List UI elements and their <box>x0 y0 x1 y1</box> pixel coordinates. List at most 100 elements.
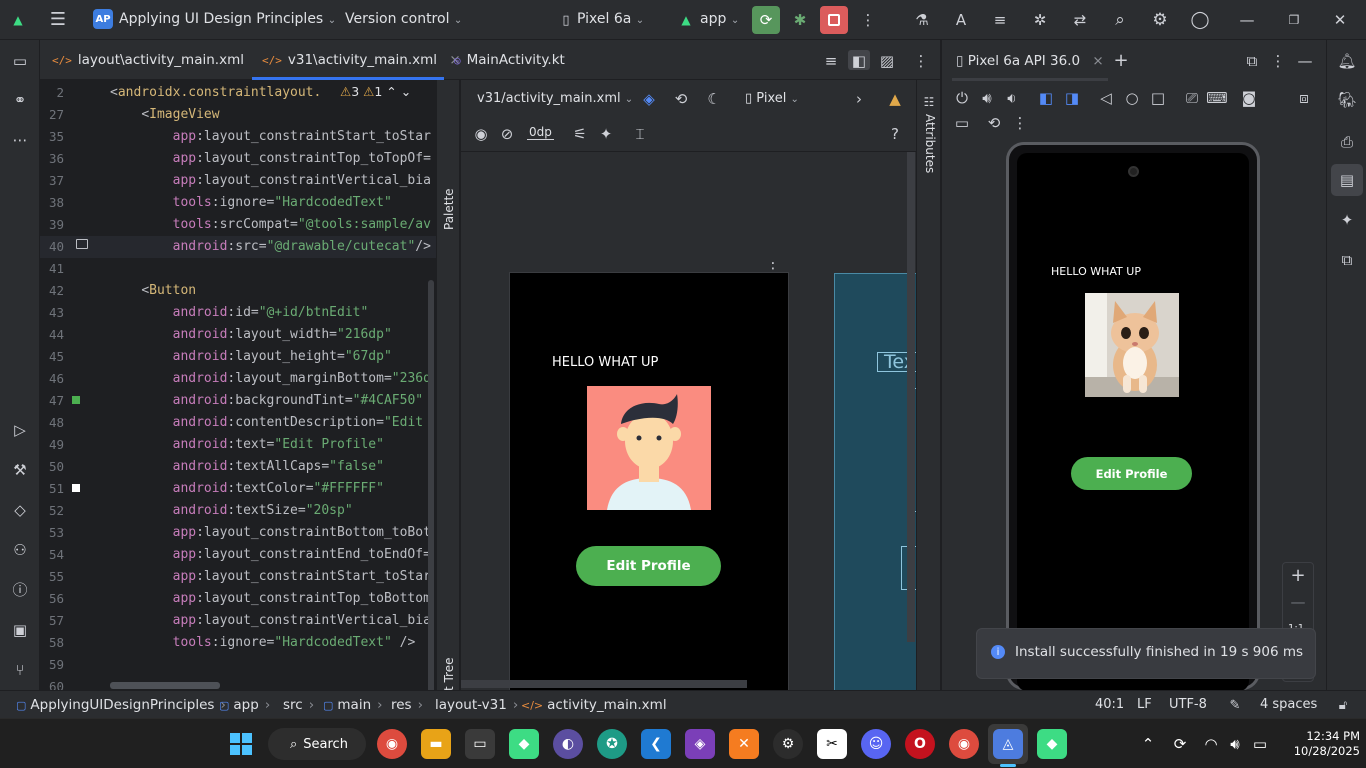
opera-icon[interactable]: O <box>905 729 935 759</box>
chrome-icon[interactable]: ◉ <box>377 729 407 759</box>
design-view-icon[interactable]: ▨ <box>877 51 897 71</box>
layout-file-dropdown[interactable]: v31/activity_main.xml ⌄ <box>477 91 633 106</box>
minimize-icon[interactable]: — <box>1237 10 1257 30</box>
blueprint-preview[interactable]: Tex <box>834 273 916 690</box>
rotate-right-icon[interactable]: ◨ <box>1062 88 1082 108</box>
back-icon[interactable]: ◁ <box>1096 88 1116 108</box>
code-editor[interactable]: 2 <androidx.constraintlayout. 27 <ImageVie… <box>40 80 436 690</box>
code-line[interactable]: 36 app:layout_constraintTop_toTopOf= <box>40 148 436 170</box>
app-quality-icon[interactable]: ⚇ <box>10 540 30 560</box>
orientation-icon[interactable]: ⟲ <box>671 89 691 109</box>
chevron-right-icon[interactable]: › <box>849 89 869 109</box>
debug-icon[interactable]: ✱ <box>790 10 810 30</box>
discord-icon[interactable]: ☺ <box>861 729 891 759</box>
android-studio-icon[interactable]: ◆ <box>509 729 539 759</box>
image-gutter-icon[interactable] <box>76 239 88 249</box>
code-line[interactable]: 43 android:id="@+id/btnEdit" <box>40 302 436 324</box>
screenshot-camera-icon[interactable]: ◙ <box>1239 88 1259 108</box>
version-control-menu[interactable]: Version control ⌄ <box>345 11 462 27</box>
bug-report-icon[interactable]: ✲ <box>1030 10 1050 30</box>
indent-setting[interactable]: 4 spaces <box>1260 697 1317 712</box>
code-line[interactable]: 50 android:textAllCaps="false" <box>40 456 436 478</box>
file-encoding[interactable]: UTF-8 <box>1169 697 1207 712</box>
design-blueprint-toggle-icon[interactable]: ◈ <box>639 89 659 109</box>
system-clock[interactable]: 12:34 PM 10/28/2025 <box>1280 729 1360 759</box>
clear-constraints-icon[interactable]: ⚟ <box>570 124 590 144</box>
code-line[interactable]: 56 app:layout_constraintTop_toBottom <box>40 588 436 610</box>
avatar-placeholder-image[interactable] <box>587 386 711 510</box>
more-actions-icon[interactable]: ⋮ <box>858 10 878 30</box>
zoom-in-icon[interactable]: + <box>1288 566 1308 586</box>
infer-constraints-icon[interactable]: ✦ <box>596 124 616 144</box>
code-line[interactable]: 48 android:contentDescription="Edit <box>40 412 436 434</box>
volume-icon[interactable]: 🔊︎ <box>1225 734 1245 754</box>
build-hammer-icon[interactable]: ⚒ <box>10 460 30 480</box>
gradle-icon[interactable]: 🐘︎ <box>1337 90 1357 110</box>
run-icon[interactable]: ▷ <box>10 420 30 440</box>
show-hidden-icons[interactable]: ⌃ <box>1138 734 1158 754</box>
device-manager-icon[interactable]: ⎙ <box>1337 132 1357 152</box>
breadcrumb-item[interactable]: </> activity_main.xml <box>521 697 667 713</box>
autoconnect-icon[interactable]: ⊘ <box>497 124 517 144</box>
logcat-icon[interactable]: ≡ <box>990 10 1010 30</box>
zoom-out-icon[interactable]: — <box>1288 592 1308 612</box>
volume-down-icon[interactable]: 🔉︎ <box>1002 88 1022 108</box>
eclipse-icon[interactable]: ◐ <box>553 729 583 759</box>
keyboard-icon[interactable]: ⌨ <box>1206 88 1228 108</box>
close-window-icon[interactable]: ✕ <box>1330 10 1350 30</box>
night-mode-icon[interactable]: ☾ <box>704 89 724 109</box>
code-line[interactable]: 45 android:layout_height="67dp" <box>40 346 436 368</box>
screen-record-icon[interactable]: ▭ <box>952 113 972 133</box>
lock-icon[interactable]: 🔓︎ <box>1333 695 1353 715</box>
add-device-icon[interactable]: + <box>1111 51 1131 71</box>
code-line[interactable]: 40 android:src="@drawable/cutecat"/> <box>40 236 436 258</box>
github-desktop-icon[interactable]: ✪ <box>597 729 627 759</box>
steam-icon[interactable]: ⚙ <box>773 729 803 759</box>
preview-edit-profile-button[interactable]: Edit Profile <box>576 546 721 586</box>
capcut-icon[interactable]: ✂ <box>817 729 847 759</box>
restore-icon[interactable]: ❐ <box>1284 10 1304 30</box>
preview-hello-text[interactable]: HELLO WHAT UP <box>552 355 658 370</box>
canvas-horizontal-scrollbar[interactable] <box>461 680 747 688</box>
emulator-edit-profile-button[interactable]: Edit Profile <box>1071 457 1192 490</box>
code-view-icon[interactable]: ≡ <box>821 51 841 71</box>
breadcrumb-item[interactable]: layout-v31 › <box>431 697 518 713</box>
display-options-icon[interactable]: ⧈ <box>1294 88 1314 108</box>
wifi-icon[interactable]: ◠ <box>1201 734 1221 754</box>
code-line[interactable]: 41 <box>40 258 436 280</box>
device-explorer-icon[interactable]: ⧉ <box>1337 250 1357 270</box>
code-line[interactable]: 38 tools:ignore="HardcodedText" <box>40 192 436 214</box>
resource-manager-icon[interactable]: ⚭ <box>10 90 30 110</box>
guidelines-icon[interactable]: ⌶ <box>630 124 650 144</box>
home-icon[interactable]: ○ <box>1122 88 1142 108</box>
snapshot-icon[interactable]: ⟲ <box>984 113 1004 133</box>
device-frame-icon[interactable]: ⎚ <box>1182 88 1202 108</box>
tabs-more-icon[interactable]: ⋮ <box>911 51 931 71</box>
breadcrumb-item[interactable]: ▢ app › <box>219 697 270 713</box>
layout-preview-screen[interactable]: HELLO WHAT UP Edit Profile <box>509 272 789 690</box>
preview-device-dropdown[interactable]: ▯ Pixel ⌄ <box>745 91 799 106</box>
code-style-icon[interactable]: ✎ <box>1225 695 1245 715</box>
code-line[interactable]: 52 android:textSize="20sp" <box>40 500 436 522</box>
breadcrumb-item[interactable]: src › <box>279 697 314 713</box>
xampp-icon[interactable]: ✕ <box>729 729 759 759</box>
code-line[interactable]: 58 tools:ignore="HardcodedText" /> <box>40 632 436 654</box>
color-swatch-white[interactable] <box>72 484 80 492</box>
close-emulator-tab-icon[interactable]: × <box>1092 53 1103 69</box>
code-line[interactable]: 55 app:layout_constraintStart_toStar <box>40 566 436 588</box>
split-view-icon[interactable]: ◧ <box>849 51 869 71</box>
breadcrumb-item[interactable]: ▢ main › <box>323 697 383 713</box>
code-line[interactable]: 53 app:layout_constraintBottom_toBot <box>40 522 436 544</box>
palette-label[interactable]: Palette <box>442 188 456 230</box>
attributes-icon[interactable]: ☷ <box>919 92 939 112</box>
chrome-profile-icon[interactable]: ◉ <box>949 729 979 759</box>
gemini-diamond-icon[interactable]: ◇ <box>10 500 30 520</box>
emulator-tab[interactable]: ▯ Pixel 6a API 36.0 × <box>956 53 1104 69</box>
code-line[interactable]: 59 <box>40 654 436 676</box>
terminal-icon[interactable]: ▣ <box>10 620 30 640</box>
rotate-left-icon[interactable]: ◧ <box>1036 88 1056 108</box>
tab-layout-activity-main[interactable]: </> layout\activity_main.xml <box>52 52 244 68</box>
hide-panel-icon[interactable]: — <box>1295 51 1315 71</box>
terminal-app-icon[interactable]: ▭ <box>465 729 495 759</box>
panel-options-icon[interactable]: ⋮ <box>1268 51 1288 71</box>
